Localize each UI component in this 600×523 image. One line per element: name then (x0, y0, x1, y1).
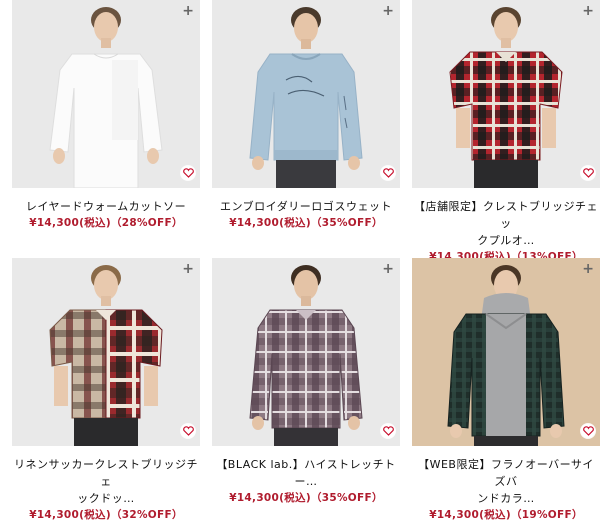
product-image[interactable]: + (212, 258, 400, 446)
model-photo (12, 258, 200, 446)
product-price: ¥14,300(税込)（35%OFF） (212, 215, 400, 231)
plus-icon[interactable]: + (382, 262, 394, 276)
heart-icon[interactable] (581, 166, 595, 180)
product-name[interactable]: レイヤードウォームカットソー (12, 198, 200, 215)
price-value: ¥14,300(税込) (229, 217, 311, 229)
model-photo (212, 0, 400, 188)
product-image[interactable]: + (412, 0, 600, 188)
price-value: ¥14,300(税込) (29, 217, 111, 229)
heart-icon[interactable] (181, 166, 195, 180)
product-image[interactable]: + (212, 0, 400, 188)
product-name[interactable]: 【WEB限定】フラノオーバーサイズバ ンドカラ… (412, 456, 600, 507)
product-name-line[interactable]: リネンサッカークレストブリッジチェ (14, 456, 198, 490)
product-image[interactable]: + (12, 0, 200, 188)
plus-icon[interactable]: + (182, 4, 194, 18)
plus-icon[interactable]: + (182, 262, 194, 276)
product-name-line[interactable]: 【BLACK lab.】ハイストレッチト (214, 456, 398, 473)
product-name[interactable]: 【BLACK lab.】ハイストレッチト ー… (212, 456, 400, 490)
plus-icon[interactable]: + (382, 4, 394, 18)
price-value: ¥14,300(税込) (229, 492, 311, 504)
product-grid: + レイヤードウォームカットソー ¥14,300(税込)（28%OFF） + エ… (0, 0, 600, 521)
product-card[interactable]: + 【WEB限定】フラノオーバーサイズバ ンドカラ… ¥14,300(税込)（1… (412, 258, 600, 521)
product-card[interactable]: + レイヤードウォームカットソー ¥14,300(税込)（28%OFF） (12, 0, 200, 258)
product-name-line[interactable]: 【店舗限定】クレストブリッジチェッ (414, 198, 598, 232)
product-name-line[interactable]: クプルオ… (414, 232, 598, 249)
discount-label: （35%OFF） (310, 217, 383, 229)
product-price: ¥14,300(税込)（32%OFF） (12, 507, 200, 523)
product-name[interactable]: エンブロイダリーロゴスウェット (212, 198, 400, 215)
product-image[interactable]: + (12, 258, 200, 446)
product-price: ¥14,300(税込)（19%OFF） (412, 507, 600, 523)
product-name-line[interactable]: 【WEB限定】フラノオーバーサイズバ (414, 456, 598, 490)
product-card[interactable]: + エンブロイダリーロゴスウェット ¥14,300(税込)（35%OFF） (212, 0, 400, 258)
model-photo (212, 258, 400, 446)
product-name-line[interactable]: ックドッ… (14, 490, 198, 507)
product-price: ¥14,300(税込)（35%OFF） (212, 490, 400, 506)
discount-label: （35%OFF） (310, 492, 383, 504)
heart-icon[interactable] (581, 424, 595, 438)
product-name-line[interactable]: レイヤードウォームカットソー (14, 198, 198, 215)
product-name-line[interactable]: ンドカラ… (414, 490, 598, 507)
product-name-line[interactable]: エンブロイダリーロゴスウェット (214, 198, 398, 215)
discount-label: （28%OFF） (110, 217, 183, 229)
model-photo (12, 0, 200, 188)
heart-icon[interactable] (381, 424, 395, 438)
plus-icon[interactable]: + (582, 262, 594, 276)
product-price: ¥14,300(税込)（28%OFF） (12, 215, 200, 231)
heart-icon[interactable] (381, 166, 395, 180)
product-card[interactable]: + リネンサッカークレストブリッジチェ ックドッ… ¥14,300(税込)（32… (12, 258, 200, 521)
product-card[interactable]: + 【店舗限定】クレストブリッジチェッ クプルオ… ¥14,300(税込)（13… (412, 0, 600, 263)
product-name[interactable]: 【店舗限定】クレストブリッジチェッ クプルオ… (412, 198, 600, 249)
product-name-line[interactable]: ー… (214, 473, 398, 490)
product-image[interactable]: + (412, 258, 600, 446)
heart-icon[interactable] (181, 424, 195, 438)
model-photo (412, 258, 600, 446)
product-name[interactable]: リネンサッカークレストブリッジチェ ックドッ… (12, 456, 200, 507)
plus-icon[interactable]: + (582, 4, 594, 18)
model-photo (412, 0, 600, 188)
product-card[interactable]: + 【BLACK lab.】ハイストレッチト ー… ¥14,300(税込)（35… (212, 258, 400, 511)
